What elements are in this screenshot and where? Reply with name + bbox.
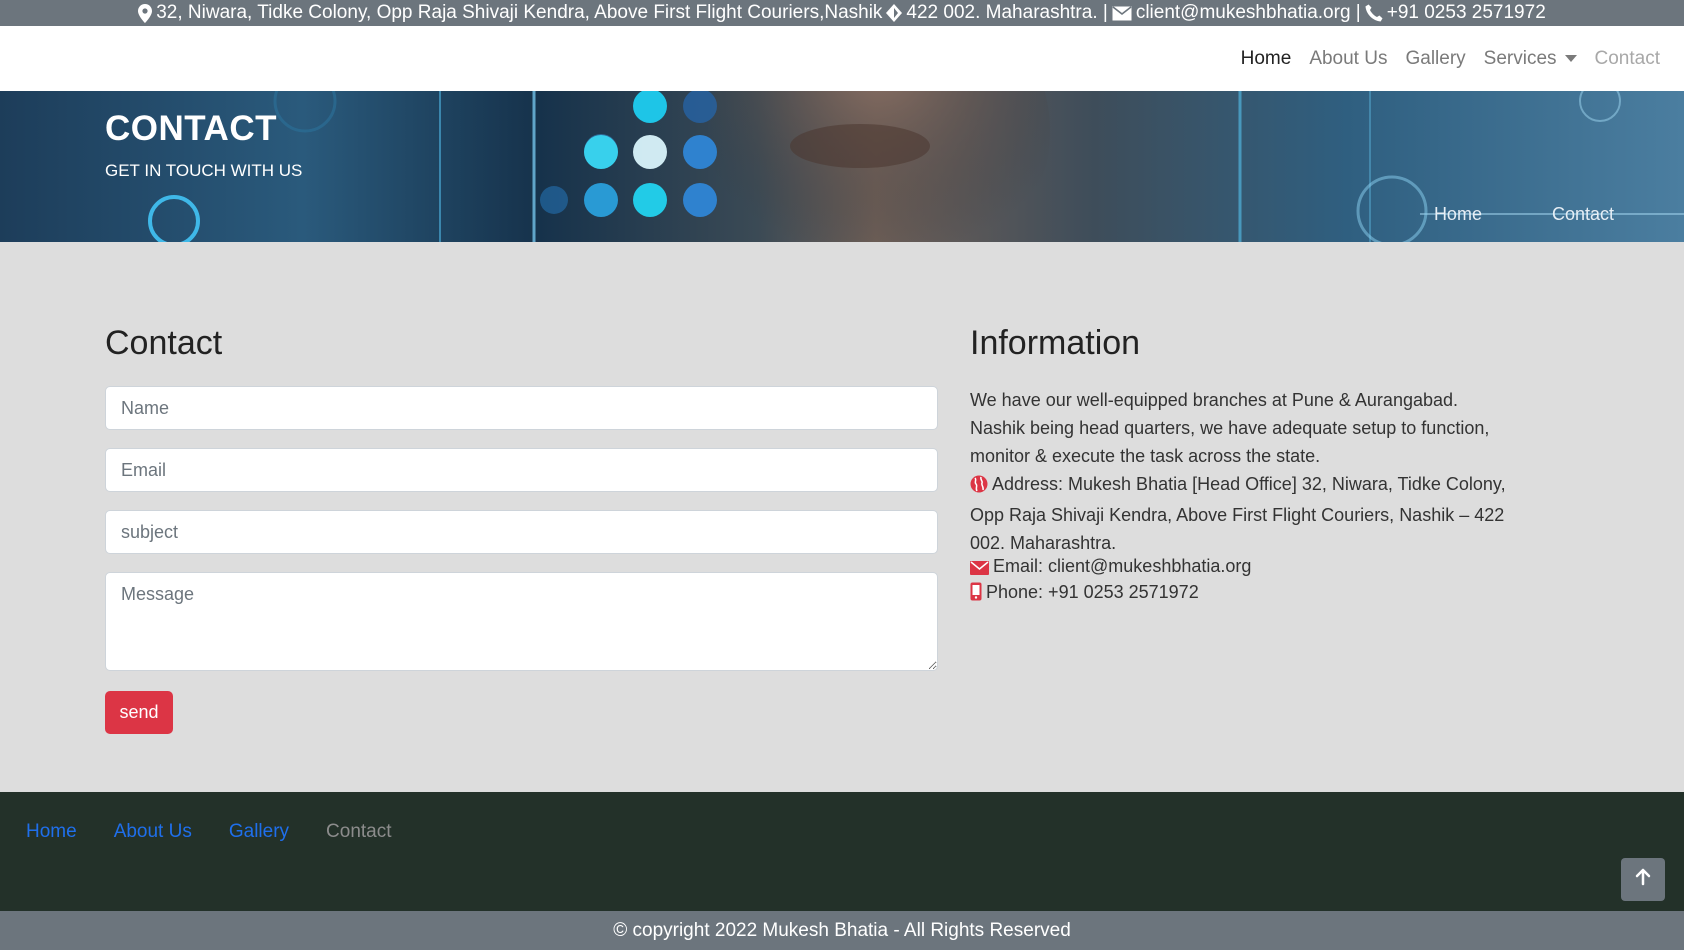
hero-banner: CONTACT GET IN TOUCH WITH US Home Contac… (0, 91, 1684, 242)
information-heading: Information (970, 324, 1141, 362)
footer-nav: Home About Us Gallery Contact (26, 821, 392, 843)
info-address: Address: Mukesh Bhatia [Head Office] 32,… (970, 470, 1510, 557)
footer-link-about-us[interactable]: About Us (114, 821, 192, 843)
email-input[interactable] (105, 448, 938, 492)
nav-item-about-us[interactable]: About Us (1309, 48, 1387, 70)
nav-item-contact[interactable]: Contact (1595, 48, 1660, 70)
subject-input[interactable] (105, 510, 938, 554)
page-subtitle: GET IN TOUCH WITH US (105, 161, 303, 180)
nav-item-gallery[interactable]: Gallery (1405, 48, 1465, 70)
topbar-pincode: 422 002. Maharashtra. | (906, 2, 1108, 23)
contact-form-heading: Contact (105, 324, 223, 362)
topbar-email[interactable]: client@mukeshbhatia.org | (1136, 0, 1361, 26)
info-address-text: Address: Mukesh Bhatia [Head Office] 32,… (970, 474, 1506, 553)
name-input[interactable] (105, 386, 938, 430)
footer-link-home[interactable]: Home (26, 821, 77, 843)
footer-link-contact[interactable]: Contact (326, 821, 391, 843)
info-phone: Phone: +91 0253 2571972 (970, 578, 1510, 609)
breadcrumb: Home Contact (1434, 204, 1614, 225)
mobile-phone-icon (970, 581, 982, 609)
page-title: CONTACT (105, 109, 277, 148)
arrow-up-icon (1634, 868, 1652, 891)
info-email-text[interactable]: Email: client@mukeshbhatia.org (993, 556, 1251, 576)
back-to-top-button[interactable] (1621, 858, 1665, 901)
contact-section: Contact send Information We have our wel… (0, 242, 1684, 792)
message-textarea[interactable] (105, 572, 938, 671)
information-intro: We have our well-equipped branches at Pu… (970, 390, 1490, 466)
envelope-icon (1112, 5, 1132, 21)
topbar-phone[interactable]: +91 0253 2571972 (1387, 0, 1546, 26)
footer-link-gallery[interactable]: Gallery (229, 821, 289, 843)
phone-icon (1365, 4, 1383, 22)
nav-item-services-label: Services (1483, 47, 1557, 69)
nav-menu: Home About Us Gallery Services Contact (1241, 26, 1660, 91)
copyright-bar: © copyright 2022 Mukesh Bhatia - All Rig… (0, 911, 1684, 950)
top-info-bar: 32, Niwara, Tidke Colony, Opp Raja Shiva… (0, 0, 1684, 26)
globe-icon (970, 473, 988, 501)
nav-item-home[interactable]: Home (1241, 48, 1292, 70)
nav-item-services[interactable]: Services (1484, 48, 1577, 70)
diamond-icon (886, 4, 903, 22)
footer: Home About Us Gallery Contact (0, 792, 1684, 911)
send-button[interactable]: send (105, 691, 173, 734)
breadcrumb-home[interactable]: Home (1434, 204, 1482, 225)
info-phone-text[interactable]: Phone: +91 0253 2571972 (986, 582, 1199, 602)
breadcrumb-contact: Contact (1551, 204, 1614, 224)
copyright-text: © copyright 2022 Mukesh Bhatia - All Rig… (613, 919, 1071, 941)
topbar-address: 32, Niwara, Tidke Colony, Opp Raja Shiva… (156, 2, 883, 23)
map-marker-icon (138, 3, 153, 23)
main-navbar: Home About Us Gallery Services Contact (0, 26, 1684, 91)
chevron-down-icon (1564, 55, 1577, 62)
